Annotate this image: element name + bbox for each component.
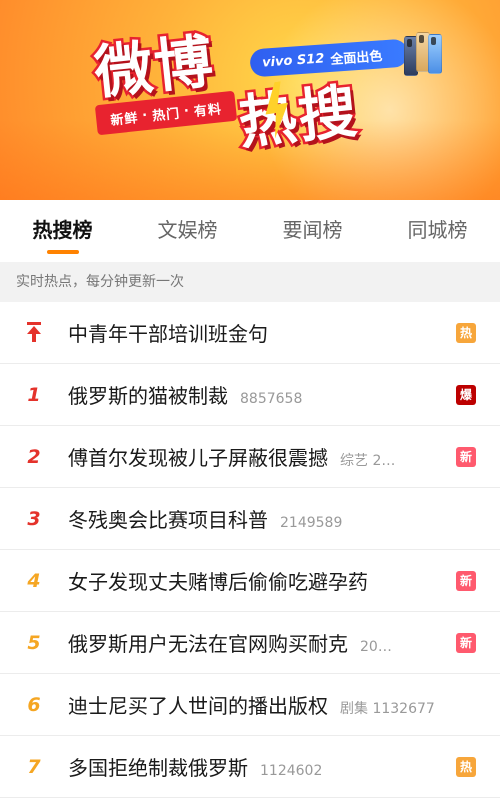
item-title: 俄罗斯的猫被制裁 8857658: [68, 380, 302, 409]
slogan-word: 新鲜: [109, 110, 140, 129]
list-item[interactable]: 6 迪士尼买了人世间的播出版权 剧集 1132677: [0, 674, 500, 736]
rank-number: 6: [27, 693, 41, 716]
rank-number: 1: [27, 383, 41, 406]
item-title: 冬残奥会比赛项目科普 2149589: [68, 504, 342, 533]
phone-icon: [428, 34, 442, 74]
new-badge: 新: [456, 632, 476, 653]
tab-label: 要闻榜: [282, 218, 343, 242]
ad-text: 全面出色: [329, 48, 383, 68]
slogan-dot: ·: [183, 103, 191, 119]
hot-badge: 热: [456, 756, 476, 777]
slogan-dot: ·: [141, 107, 149, 123]
tab-local[interactable]: 同城榜: [375, 200, 500, 260]
list-item[interactable]: 3 冬残奥会比赛项目科普 2149589: [0, 488, 500, 550]
tab-entertainment[interactable]: 文娱榜: [125, 200, 250, 260]
item-title-text: 迪士尼买了人世间的播出版权: [68, 694, 328, 718]
ad-brand: vivo S12: [261, 50, 325, 71]
list-item[interactable]: 5 俄罗斯用户无法在官网购买耐克 20… 新: [0, 612, 500, 674]
new-badge: 新: [456, 570, 476, 591]
tab-news[interactable]: 要闻榜: [250, 200, 375, 260]
item-title: 女子发现丈夫赌博后偷偷吃避孕药: [68, 566, 368, 595]
hot-badge: 热: [456, 322, 476, 343]
phones-image: [404, 30, 444, 76]
item-meta: 2149589: [280, 515, 343, 531]
rank-number: 2: [27, 445, 41, 468]
rank-number: 7: [27, 755, 41, 778]
item-title-text: 多国拒绝制裁俄罗斯: [68, 756, 248, 780]
item-title-text: 女子发现丈夫赌博后偷偷吃避孕药: [68, 570, 368, 594]
slogan-word: 热门: [151, 106, 181, 124]
ranking-tabs: 热搜榜 文娱榜 要闻榜 同城榜: [0, 200, 500, 260]
rank-number: 4: [27, 569, 41, 592]
slogan-word: 有料: [193, 101, 223, 120]
item-title: 傅首尔发现被儿子屏蔽很震撼 综艺 2…: [68, 442, 395, 471]
logo-hot-search-text: 热搜: [233, 74, 364, 159]
item-title-text: 傅首尔发现被儿子屏蔽很震撼: [68, 446, 328, 470]
rank-number: 5: [27, 631, 41, 654]
item-meta: 8857658: [240, 391, 303, 407]
list-item[interactable]: 2 傅首尔发现被儿子屏蔽很震撼 综艺 2… 新: [0, 426, 500, 488]
item-title-text: 中青年干部培训班金句: [68, 322, 268, 346]
item-title: 俄罗斯用户无法在官网购买耐克 20…: [68, 628, 392, 657]
list-item[interactable]: 1 俄罗斯的猫被制裁 8857658 爆: [0, 364, 500, 426]
active-tab-indicator: [46, 250, 79, 254]
pinned-rank: [22, 319, 46, 346]
item-meta: 综艺 2…: [340, 453, 396, 469]
tab-label: 文娱榜: [157, 218, 218, 242]
tab-label: 同城榜: [407, 218, 468, 242]
item-title-text: 俄罗斯的猫被制裁: [68, 384, 228, 408]
item-title-text: 冬残奥会比赛项目科普: [68, 508, 268, 532]
new-badge: 新: [456, 446, 476, 467]
item-title: 多国拒绝制裁俄罗斯 1124602: [68, 752, 322, 781]
list-item[interactable]: 中青年干部培训班金句 热: [0, 302, 500, 364]
list-item[interactable]: 4 女子发现丈夫赌博后偷偷吃避孕药 新: [0, 550, 500, 612]
boom-badge: 爆: [456, 384, 476, 405]
item-meta: 剧集 1132677: [340, 701, 435, 717]
rank-number: 3: [27, 507, 41, 530]
tab-label: 热搜榜: [32, 218, 93, 242]
item-title: 迪士尼买了人世间的播出版权 剧集 1132677: [68, 690, 435, 719]
item-title: 中青年干部培训班金句: [68, 318, 280, 347]
hot-search-list: 中青年干部培训班金句 热 1 俄罗斯的猫被制裁 8857658 爆 2 傅首尔发现…: [0, 302, 500, 798]
hot-search-banner[interactable]: 微博 热搜 新鲜 · 热门 · 有料 vivo S12 全面出色: [0, 0, 500, 200]
update-notice: 实时热点，每分钟更新一次: [0, 262, 500, 302]
pin-top-icon: [27, 322, 41, 342]
item-meta: 1124602: [260, 763, 323, 779]
tab-hot-search[interactable]: 热搜榜: [0, 200, 125, 260]
list-item[interactable]: 7 多国拒绝制裁俄罗斯 1124602 热: [0, 736, 500, 798]
item-title-text: 俄罗斯用户无法在官网购买耐克: [68, 632, 348, 656]
item-meta: 20…: [360, 639, 392, 655]
